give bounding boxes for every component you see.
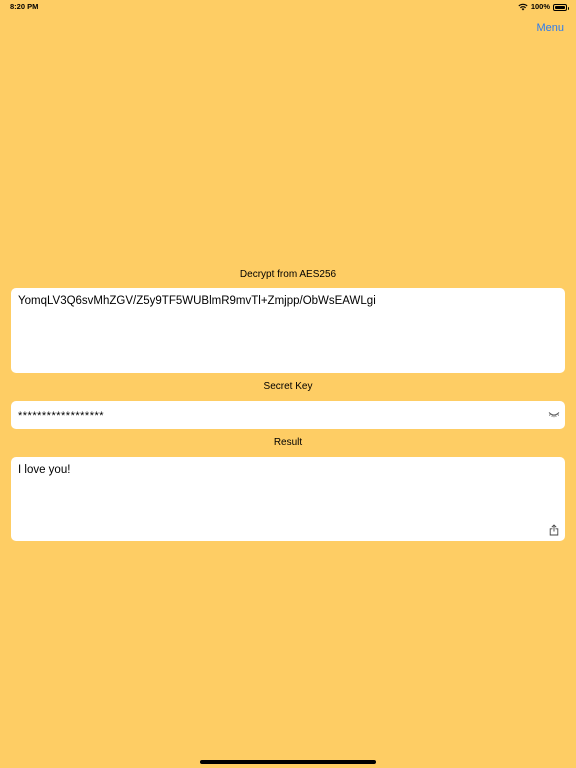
wifi-icon <box>518 3 528 11</box>
result-output[interactable]: I love you! <box>11 457 565 541</box>
menu-button[interactable]: Menu <box>536 21 564 35</box>
battery-level-fill <box>555 5 565 9</box>
ciphertext-value: YomqLV3Q6svMhZGV/Z5y9TF5WUBlmR9mvTl+Zmjp… <box>18 295 376 307</box>
decrypt-label: Decrypt from AES256 <box>239 269 337 280</box>
result-value: I love you! <box>18 464 71 476</box>
result-label: Result <box>273 437 303 448</box>
battery-icon <box>553 3 569 11</box>
app-screen: 8:20 PM 100% Menu Decrypt from AES256 Yo… <box>0 0 576 768</box>
ciphertext-input[interactable]: YomqLV3Q6svMhZGV/Z5y9TF5WUBlmR9mvTl+Zmjp… <box>11 288 565 373</box>
share-icon[interactable] <box>549 524 559 536</box>
secret-key-value: ****************** <box>18 410 105 422</box>
eye-closed-icon[interactable] <box>548 409 560 419</box>
status-bar-right: 100% <box>518 2 569 12</box>
home-indicator[interactable] <box>200 760 376 764</box>
status-time: 8:20 PM <box>10 2 39 11</box>
secret-key-label: Secret Key <box>263 381 313 392</box>
secret-key-field[interactable]: ****************** <box>11 401 565 429</box>
battery-percent: 100% <box>530 2 550 11</box>
